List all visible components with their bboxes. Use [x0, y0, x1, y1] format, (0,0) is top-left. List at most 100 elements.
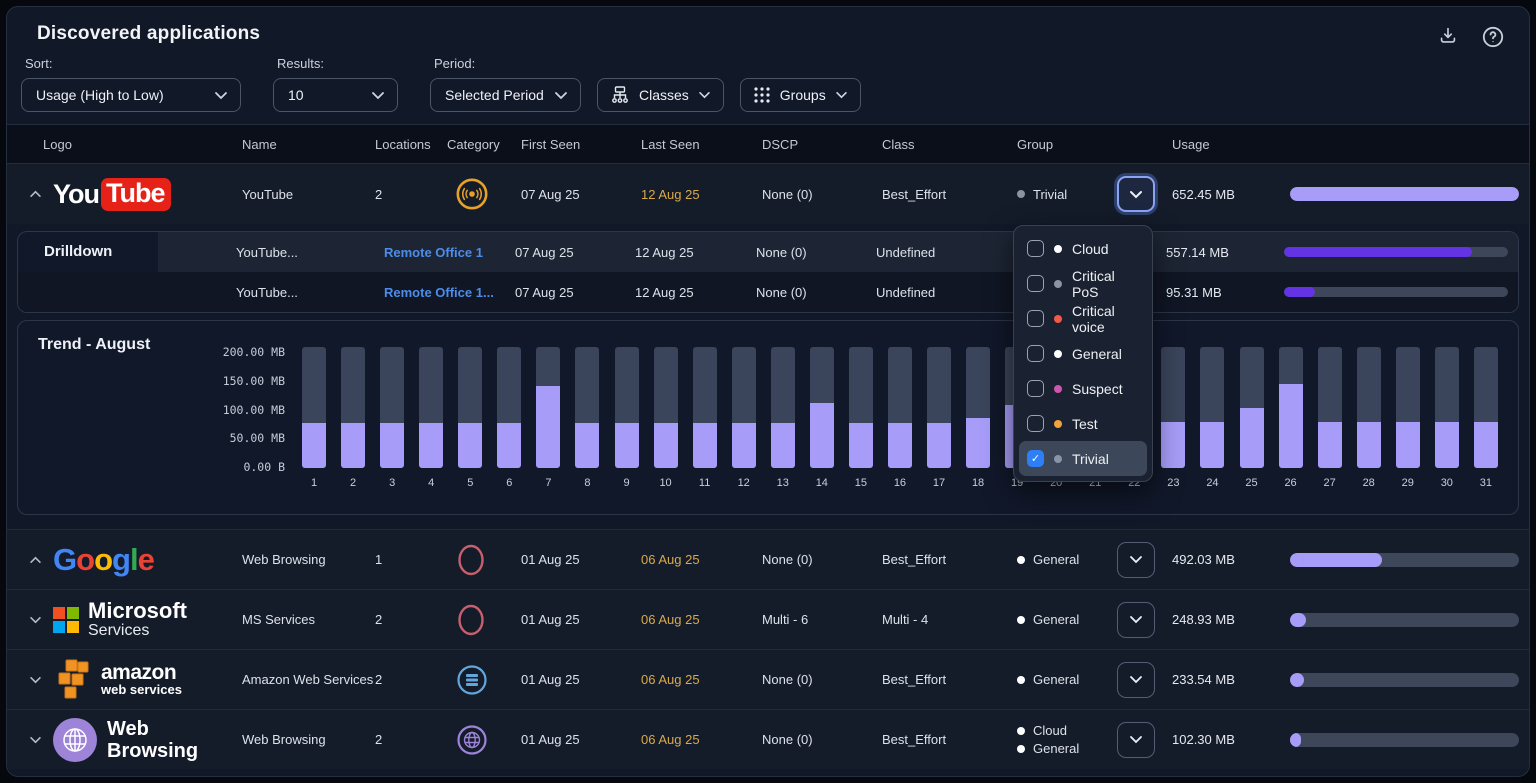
- chevron-down-icon[interactable]: [23, 728, 47, 752]
- group-dropdown-button[interactable]: [1117, 662, 1155, 698]
- group-menu-item[interactable]: Suspect: [1019, 371, 1147, 406]
- group-menu-item[interactable]: Critical PoS: [1019, 266, 1147, 301]
- x-axis-tick-label: 14: [816, 477, 828, 489]
- x-axis-tick-label: 6: [506, 477, 512, 489]
- group-menu-item[interactable]: ✓ Trivial: [1019, 441, 1147, 476]
- trend-bar: 27: [1318, 347, 1342, 489]
- streaming-category-icon: [447, 177, 521, 211]
- group-dot-icon: [1017, 556, 1025, 564]
- class-value: Best_Effort: [882, 552, 1017, 567]
- trend-bar-track: [771, 347, 795, 468]
- trend-bar-fill: [615, 423, 639, 468]
- location-link[interactable]: Remote Office 1...: [384, 285, 515, 300]
- first-seen: 01 Aug 25: [521, 612, 641, 627]
- chevron-up-icon[interactable]: [23, 182, 47, 206]
- group-menu-item[interactable]: Critical voice: [1019, 301, 1147, 336]
- trend-bar-fill: [458, 423, 482, 468]
- trend-bar-track: [849, 347, 873, 468]
- x-axis-tick-label: 7: [545, 477, 551, 489]
- google-logo-letter: G: [53, 542, 76, 577]
- app-name: Web Browsing: [242, 552, 375, 567]
- column-header-category: Category: [447, 137, 521, 152]
- trend-bar: 12: [732, 347, 756, 489]
- trend-bar-track: [1435, 347, 1459, 468]
- group-dropdown-button[interactable]: [1117, 722, 1155, 758]
- google-logo-letter: o: [76, 542, 94, 577]
- trend-bar: 5: [458, 347, 482, 489]
- checkbox[interactable]: ✓: [1027, 450, 1044, 467]
- group-dot-icon: [1054, 280, 1062, 288]
- group-menu-item-label: Trivial: [1072, 451, 1109, 467]
- x-axis-tick-label: 8: [584, 477, 590, 489]
- trend-bar: 18: [966, 347, 990, 489]
- chevron-down-icon[interactable]: [23, 608, 47, 632]
- trend-bar-fill: [1200, 422, 1224, 468]
- microsoft-square: [53, 607, 65, 619]
- group-dropdown-button[interactable]: [1117, 542, 1155, 578]
- trend-bar-track: [888, 347, 912, 468]
- microsoft-square: [67, 621, 79, 633]
- group-menu-item[interactable]: Cloud: [1019, 231, 1147, 266]
- group-dropdown-button[interactable]: [1117, 176, 1155, 212]
- sort-select[interactable]: Usage (High to Low): [21, 78, 241, 112]
- group-menu-item[interactable]: Test: [1019, 406, 1147, 441]
- app-name: Web Browsing: [242, 732, 375, 747]
- group-dropdown-button[interactable]: [1117, 602, 1155, 638]
- trend-bar-track: [732, 347, 756, 468]
- trend-bar: 17: [927, 347, 951, 489]
- group-menu-item-label: Critical PoS: [1072, 268, 1139, 300]
- chart-title: Trend - August: [38, 336, 150, 354]
- trend-bar: 1: [302, 347, 326, 489]
- trend-bar-track: [927, 347, 951, 468]
- trend-bar-fill: [771, 423, 795, 468]
- trend-bar: 7: [536, 347, 560, 489]
- dscp-value: None (0): [762, 672, 882, 687]
- x-axis-tick-label: 3: [389, 477, 395, 489]
- servers-category-icon: [447, 663, 521, 697]
- help-icon[interactable]: [1481, 25, 1505, 49]
- groups-button[interactable]: Groups: [740, 78, 861, 112]
- google-logo-letter: o: [94, 542, 112, 577]
- trend-bar: 30: [1435, 347, 1459, 489]
- globe-category-icon: [447, 723, 521, 757]
- app-name: YouTube: [242, 187, 375, 202]
- period-select[interactable]: Selected Period: [430, 78, 581, 112]
- results-select[interactable]: 10: [273, 78, 398, 112]
- usage-value: 102.30 MB: [1172, 732, 1290, 747]
- last-seen: 06 Aug 25: [641, 612, 762, 627]
- trend-bar: 3: [380, 347, 404, 489]
- last-seen: 12 Aug 25: [641, 187, 762, 202]
- dscp-value: None (0): [756, 245, 876, 260]
- x-axis-tick-label: 28: [1363, 477, 1375, 489]
- download-icon[interactable]: [1437, 25, 1461, 49]
- checkbox[interactable]: [1027, 415, 1044, 432]
- checkbox[interactable]: [1027, 240, 1044, 257]
- x-axis-tick-label: 18: [972, 477, 984, 489]
- table-row: Google Web Browsing 1 01 Aug 25 06 Aug 2…: [7, 529, 1529, 589]
- trend-bar: 13: [771, 347, 795, 489]
- group-dot-icon: [1054, 315, 1062, 323]
- group-dot-icon: [1054, 245, 1062, 253]
- dscp-value: None (0): [762, 732, 882, 747]
- chevron-up-icon[interactable]: [23, 548, 47, 572]
- checkbox[interactable]: [1027, 345, 1044, 362]
- trend-bar-fill: [1279, 384, 1303, 468]
- usage-value: 492.03 MB: [1172, 552, 1290, 567]
- sort-value: Usage (High to Low): [36, 87, 164, 103]
- checkbox[interactable]: [1027, 310, 1044, 327]
- checkbox[interactable]: [1027, 275, 1044, 292]
- globe-icon: [53, 718, 97, 762]
- dscp-value: None (0): [762, 552, 882, 567]
- group-menu-item[interactable]: General: [1019, 336, 1147, 371]
- checkbox[interactable]: [1027, 380, 1044, 397]
- chevron-down-icon[interactable]: [23, 668, 47, 692]
- usage-value: 248.93 MB: [1172, 612, 1290, 627]
- trend-bar: 28: [1357, 347, 1381, 489]
- google-logo-letter: g: [112, 542, 130, 577]
- chevron-down-icon: [698, 91, 711, 99]
- location-link[interactable]: Remote Office 1: [384, 245, 515, 260]
- last-seen: 12 Aug 25: [635, 245, 756, 260]
- classes-button[interactable]: Classes: [597, 78, 724, 112]
- column-header-group: Group: [1017, 137, 1117, 152]
- trend-bar-fill: [341, 423, 365, 468]
